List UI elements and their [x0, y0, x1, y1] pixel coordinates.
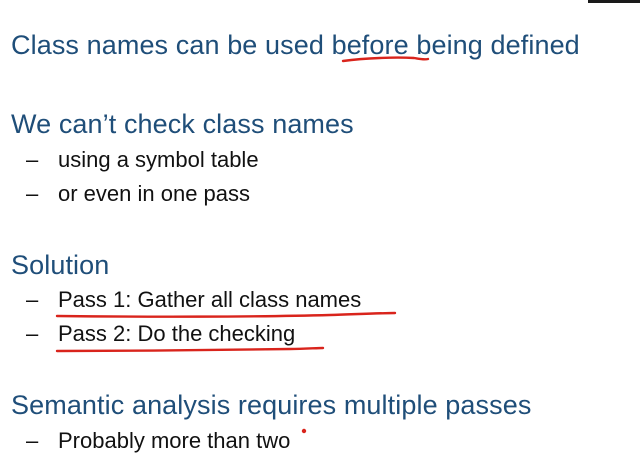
bullet-pass-2: – Pass 2: Do the checking	[26, 320, 295, 348]
bullet-text: Pass 2: Do the checking	[58, 321, 296, 346]
bullet-text: Probably more than two	[58, 428, 291, 453]
underline-pass-2-annotation	[55, 346, 325, 353]
bullet-text: using a symbol table	[58, 147, 259, 172]
heading1-text-end: being defined	[408, 30, 580, 60]
bullet-dash: –	[26, 147, 39, 172]
bullet-pass-1: – Pass 1: Gather all class names	[26, 286, 361, 314]
bullet-symbol-table: – using a symbol table	[26, 146, 259, 174]
bullet-text: Pass 1: Gather all class names	[58, 287, 362, 312]
bullet-dash: –	[26, 321, 39, 346]
bullet-dash: –	[26, 181, 39, 206]
bullet-one-pass: – or even in one pass	[26, 180, 250, 208]
heading-class-names-before-defined: Class names can be used before being def…	[11, 29, 580, 61]
top-edge-bar	[588, 0, 640, 3]
bullet-dash: –	[26, 428, 39, 453]
heading-cant-check-class-names: We can’t check class names	[11, 109, 354, 139]
heading1-text-start: Class names can be used	[11, 30, 332, 60]
slide: Class names can be used before being def…	[0, 0, 640, 466]
heading-solution: Solution	[11, 250, 110, 280]
heading-semantic-analysis-multiple-passes: Semantic analysis requires multiple pass…	[11, 390, 532, 420]
bullet-more-than-two: – Probably more than two	[26, 427, 290, 455]
bullet-text: or even in one pass	[58, 181, 251, 206]
pointer-dot-annotation	[301, 428, 307, 434]
heading1-emphasis-before: before	[331, 30, 409, 60]
bullet-dash: –	[26, 287, 39, 312]
